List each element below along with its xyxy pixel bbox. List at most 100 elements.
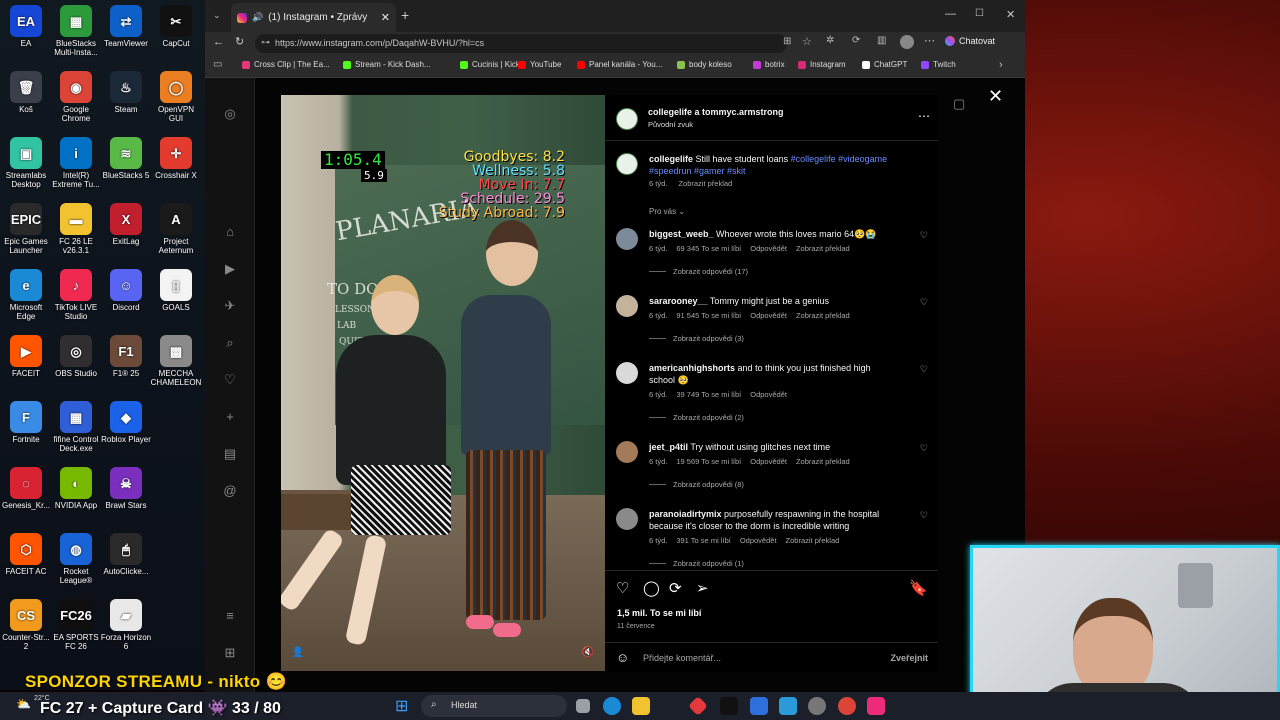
apps-icon[interactable]: ⊞ [783, 36, 791, 47]
tab-instagram[interactable]: 🔊 (1) Instagram • Zprávy ✕ [231, 3, 396, 32]
view-replies[interactable]: Zobrazit odpovědi (17) [649, 267, 748, 276]
caption-translate[interactable]: Zobrazit překlad [678, 179, 732, 188]
commenter-name[interactable]: biggest_weeb_ [649, 229, 714, 239]
close-window-button[interactable]: ✕ [1006, 8, 1015, 21]
desktop-icon[interactable]: ▰ Forza Horizon 6 [100, 599, 152, 651]
desktop-icon[interactable]: ♨ Steam [100, 71, 152, 114]
commenter-avatar[interactable] [616, 228, 638, 250]
desktop-icon[interactable]: 🖱 AutoClicke... [100, 533, 152, 576]
post-options-icon[interactable]: ⋯ [918, 109, 930, 123]
threads-icon[interactable]: @ [222, 483, 238, 499]
desktop-icon[interactable]: EPIC Epic Games Launcher [0, 203, 52, 255]
copilot-button[interactable]: Chatovat [945, 36, 995, 46]
notifications-icon[interactable]: ♡ [222, 372, 238, 388]
desktop-icon[interactable]: ✛ Crosshair X [150, 137, 202, 180]
comment-meta-item[interactable]: Odpovědět [750, 390, 787, 399]
close-tab-icon[interactable]: ✕ [381, 11, 390, 24]
comment-like-icon[interactable]: ♡ [920, 510, 928, 521]
favorite-star-icon[interactable]: ☆ [802, 35, 812, 48]
tiktok-icon[interactable] [720, 697, 738, 715]
like-heart-icon[interactable]: ♡ [616, 579, 629, 597]
desktop-icon[interactable]: EA EA [0, 5, 52, 48]
for-you-filter[interactable]: Pro vás ⌄ [649, 207, 685, 216]
author-avatar[interactable] [616, 108, 638, 130]
desktop-icon[interactable]: i Intel(R) Extreme Tu... [50, 137, 102, 189]
desktop-icon[interactable]: ◐ NVIDIA App [50, 467, 102, 510]
desktop-icon[interactable]: ▣ Streamlabs Desktop [0, 137, 52, 189]
commenter-name[interactable]: americanhighshorts [649, 363, 735, 373]
desktop-icon[interactable]: e Microsoft Edge [0, 269, 52, 321]
publish-button[interactable]: Zveřejnit [890, 653, 928, 663]
desktop-icon[interactable]: ▩ MECCHA CHAMELEON [150, 335, 202, 387]
desktop-icon[interactable]: 🗑 Koš [0, 71, 52, 114]
desktop-icon[interactable]: ◆ Roblox Player [100, 401, 152, 444]
commenter-avatar[interactable] [616, 295, 638, 317]
desktop-icon[interactable]: ◍ Rocket League® [50, 533, 102, 585]
app-red-icon[interactable] [688, 696, 708, 716]
bookmark-item[interactable]: body koleso [677, 60, 732, 69]
comment-meta-item[interactable]: Odpovědět [750, 457, 787, 466]
view-replies[interactable]: Zobrazit odpovědi (3) [649, 334, 744, 343]
photos-icon[interactable] [779, 697, 797, 715]
mute-icon[interactable]: 🔇 [580, 647, 596, 663]
minimize-button[interactable]: — [945, 8, 956, 20]
desktop-icon[interactable]: ☺ Discord [100, 269, 152, 312]
tagged-users-icon[interactable]: 👤 [290, 647, 306, 663]
task-view-icon[interactable] [576, 699, 590, 713]
comment-meta-item[interactable]: Odpovědět [750, 244, 787, 253]
post-video[interactable]: PLANARIA TO DO: LESSON LAB QUIZ 1:05.4 5… [281, 95, 605, 671]
desktop-icon[interactable]: ◉ Google Chrome [50, 71, 102, 123]
comment-meta-item[interactable]: Odpovědět [750, 311, 787, 320]
save-bookmark-icon[interactable]: 🔖 [909, 579, 928, 597]
bookmark-item[interactable]: Cucinis | Kick [460, 60, 520, 69]
search-icon[interactable]: ⌕ [222, 335, 238, 351]
comment-input[interactable]: Přidejte komentář... [643, 653, 721, 663]
desktop-icon[interactable]: A Project Aeternum [150, 203, 202, 255]
more-icon[interactable]: ⋯ [924, 34, 935, 47]
bookmark-item[interactable]: Cross Clip | The Ea... [242, 60, 330, 69]
desktop-icon[interactable]: ☠ Brawl Stars [100, 467, 152, 510]
bookmark-item[interactable]: Panel kanála - You... [577, 60, 662, 69]
commenter-avatar[interactable] [616, 508, 638, 530]
edge-icon[interactable] [603, 697, 621, 715]
chrome-icon[interactable] [838, 697, 856, 715]
comment-meta-item[interactable]: Odpovědět [740, 536, 777, 545]
desktop-icon[interactable]: ◎ OBS Studio [50, 335, 102, 378]
bookmarks-menu-icon[interactable]: ▭ [213, 59, 222, 70]
comment-meta-item[interactable]: Zobrazit překlad [796, 457, 850, 466]
commenter-name[interactable]: jeet_p4til [649, 442, 688, 452]
comment-like-icon[interactable]: ♡ [920, 364, 928, 375]
commenter-name[interactable]: paranoiadirtymix [649, 509, 722, 519]
desktop-icon[interactable]: ◯ OpenVPN GUI [150, 71, 202, 123]
repost-icon[interactable]: ⟳ [669, 579, 682, 597]
comment-icon[interactable]: ◯ [643, 579, 660, 597]
settings-gear-icon[interactable] [808, 697, 826, 715]
instagram-logo-icon[interactable]: ◎ [222, 106, 238, 122]
speaker-icon[interactable]: 🔊 [252, 12, 263, 23]
desktop-icon[interactable]: ▶ FACEIT [0, 335, 52, 378]
view-replies[interactable]: Zobrazit odpovědi (2) [649, 413, 744, 422]
bookmark-item[interactable]: Instagram [798, 60, 846, 69]
caption-user[interactable]: collegelife [649, 154, 693, 164]
new-tab-button[interactable]: + [401, 7, 409, 23]
desktop-icon[interactable]: X ExitLag [100, 203, 152, 246]
desktop-icon[interactable]: ≋ BlueStacks 5 [100, 137, 152, 180]
desktop-icon[interactable]: ◌ Genesis_Kr... [0, 467, 52, 510]
desktop-icon[interactable]: ▦ BlueStacks Multi-Insta... [50, 5, 102, 57]
reels-icon[interactable]: ▶ [222, 261, 238, 277]
notepad-icon[interactable] [750, 697, 768, 715]
start-icon[interactable]: ⊞ [395, 696, 408, 716]
desktop-icon[interactable]: F Fortnite [0, 401, 52, 444]
share-icon[interactable]: ➢ [696, 579, 709, 597]
commenter-name[interactable]: sararooney__ [649, 296, 708, 306]
desktop-icon[interactable]: F1 F1® 25 [100, 335, 152, 378]
commenter-avatar[interactable] [616, 362, 638, 384]
file-explorer-icon[interactable] [632, 697, 650, 715]
tab-actions-icon[interactable]: ⌄ [213, 10, 221, 21]
create-icon[interactable]: + [222, 409, 238, 425]
comment-like-icon[interactable]: ♡ [920, 230, 928, 241]
reels-header-icon[interactable]: ▢ [953, 96, 965, 112]
bookmark-item[interactable]: ChatGPT [862, 60, 907, 69]
comment-meta-item[interactable]: Zobrazit překlad [786, 536, 840, 545]
dashboard-icon[interactable]: ▤ [222, 446, 238, 462]
